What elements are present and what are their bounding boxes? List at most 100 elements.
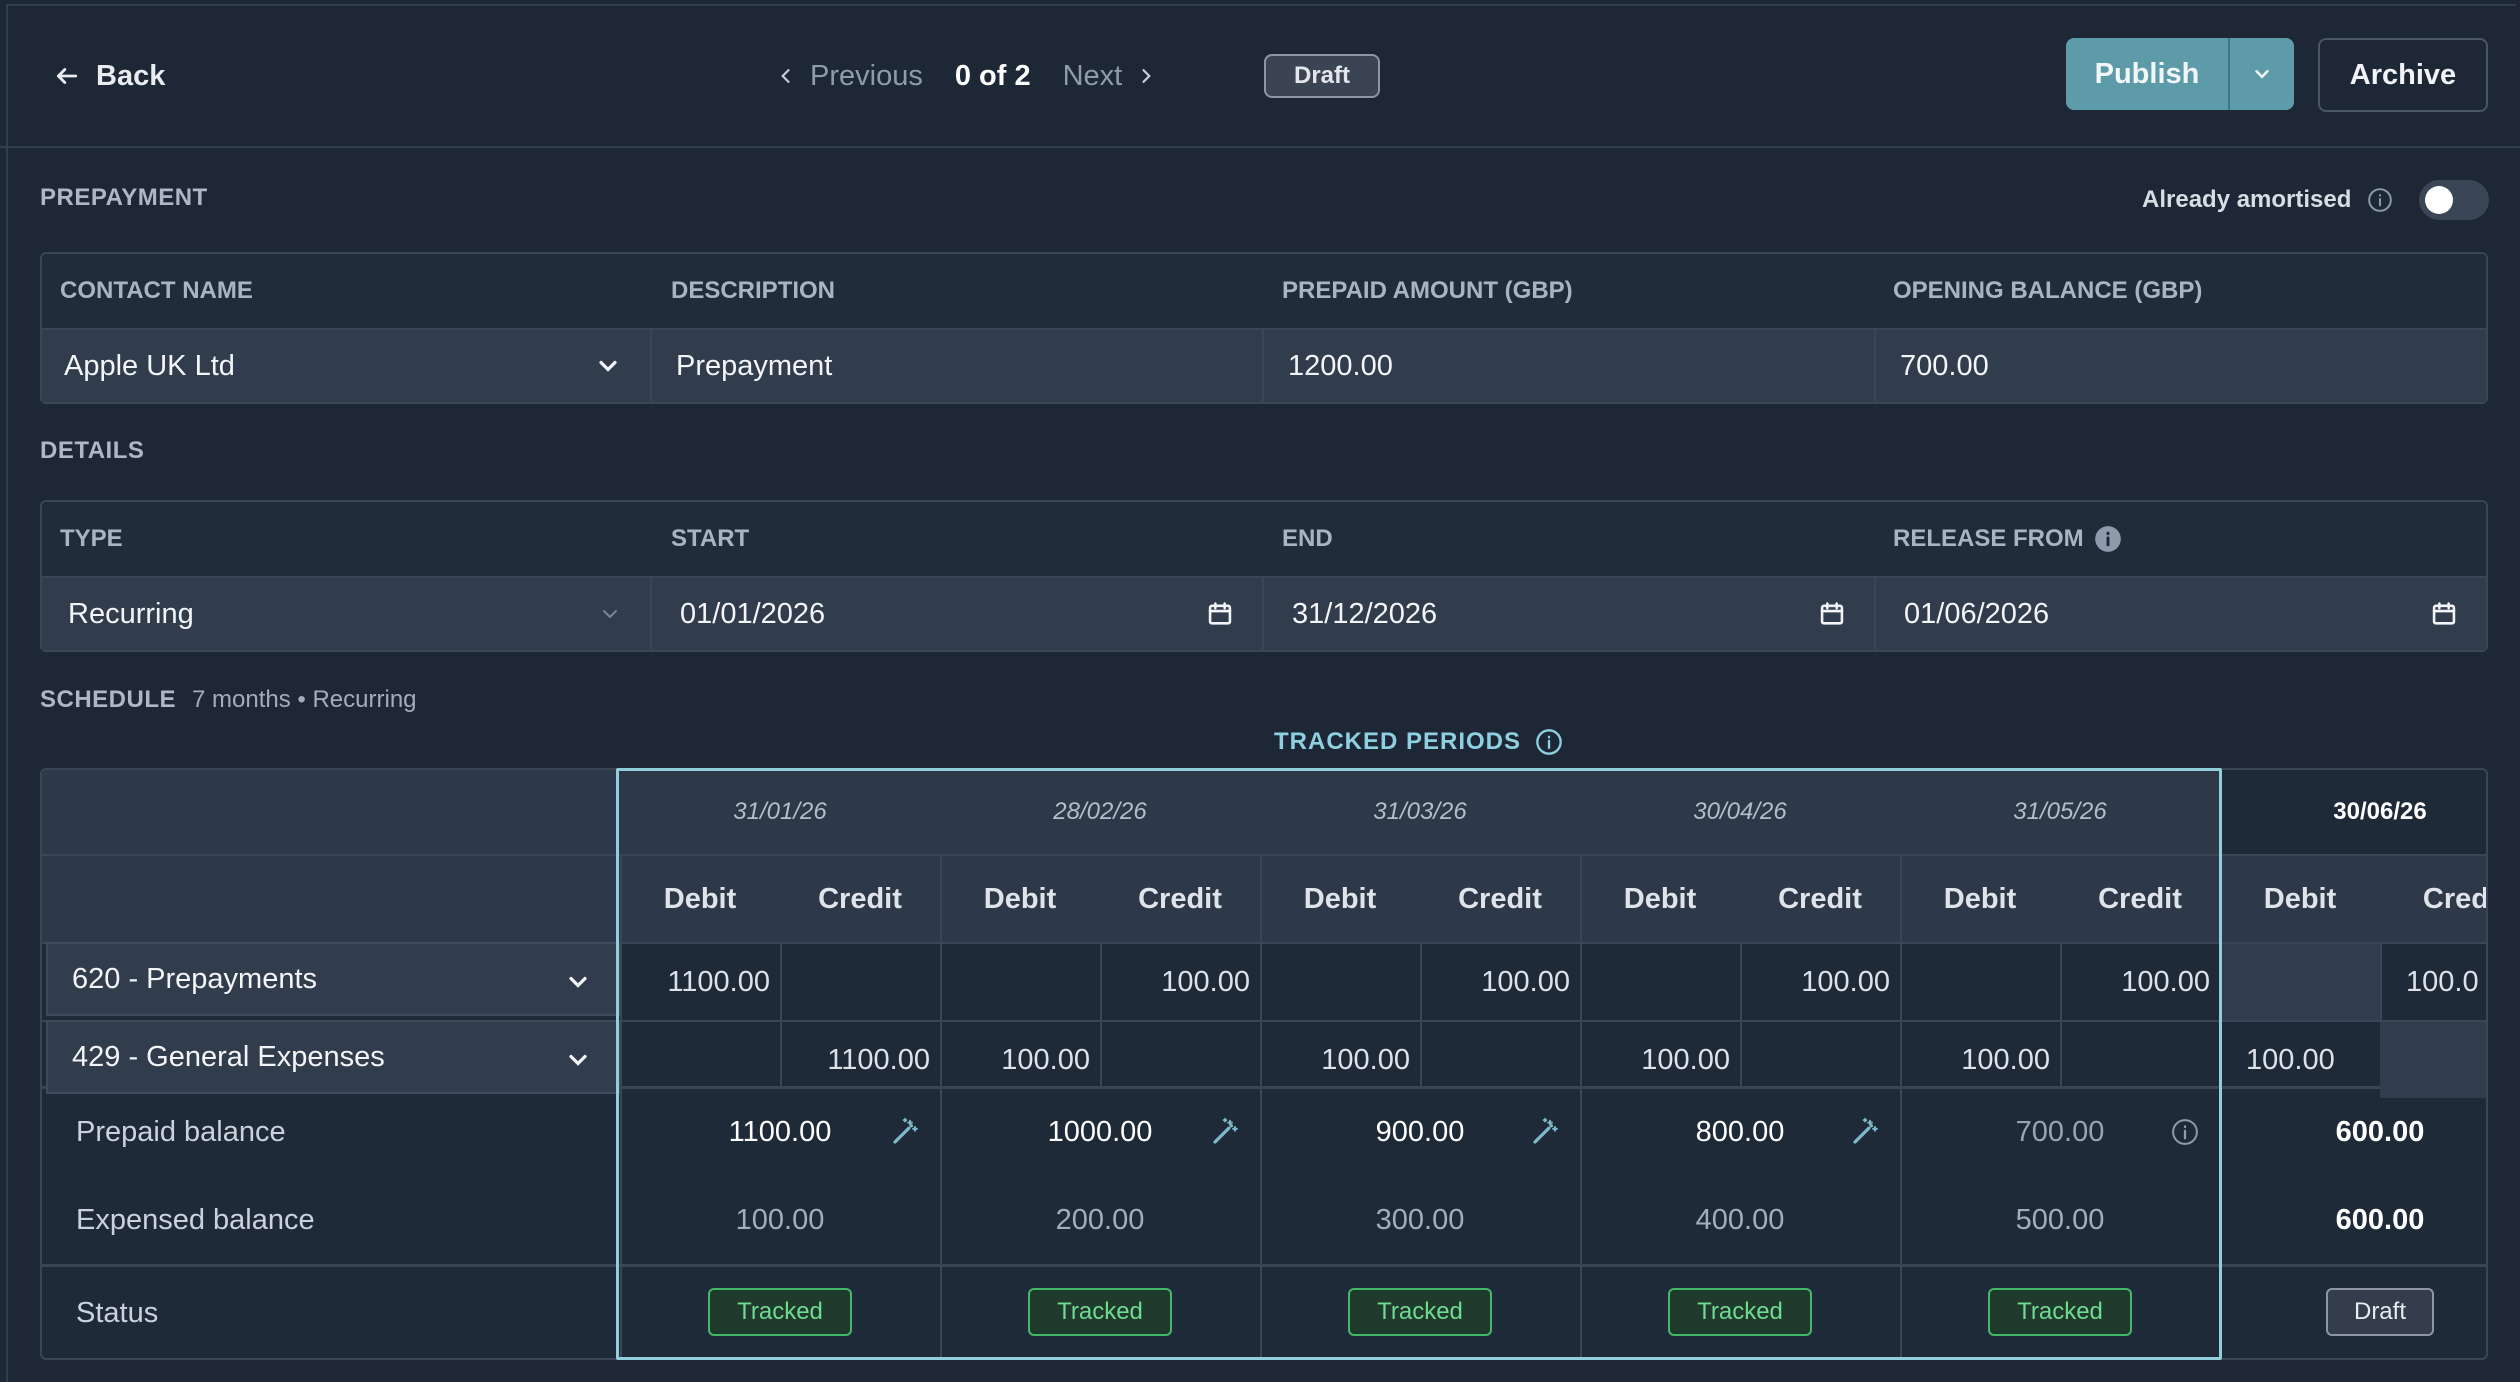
prepayment-section-label: PREPAYMENT <box>40 184 208 211</box>
debit-cell-429[interactable] <box>620 1022 780 1098</box>
prepaid-amount-header: PREPAID AMOUNT (GBP) <box>1282 277 1573 304</box>
period-status-badge: Tracked <box>1028 1288 1172 1336</box>
opening-balance-input[interactable]: 700.00 <box>1874 330 2486 402</box>
opening-balance-header: OPENING BALANCE (GBP) <box>1893 277 2203 304</box>
chevron-down-icon <box>599 360 617 372</box>
expensed-balance-value: 500.00 <box>2015 1203 2105 1236</box>
account-label: 429 - General Expenses <box>72 1040 385 1073</box>
credit-cell-620[interactable] <box>780 944 940 1020</box>
chevron-left-icon <box>781 69 790 83</box>
calendar-icon[interactable] <box>1818 600 1846 628</box>
credit-cell-620[interactable]: 100.00 <box>1100 944 1260 1020</box>
archive-button[interactable]: Archive <box>2318 38 2488 112</box>
credit-header: Credi <box>2422 882 2488 915</box>
credit-cell-620[interactable]: 100.00 <box>1420 944 1580 1020</box>
credit-cell-429[interactable]: 1100.00 <box>780 1022 940 1098</box>
debit-cell-620[interactable] <box>1580 944 1740 1020</box>
chevron-down-icon <box>603 610 617 619</box>
previous-button[interactable]: Previous <box>776 60 923 93</box>
next-label: Next <box>1062 59 1123 92</box>
debit-cell-620[interactable] <box>1900 944 2060 1020</box>
period-status-badge: Draft <box>2326 1288 2434 1336</box>
start-date-value: 01/01/2026 <box>680 597 826 630</box>
credit-cell-429[interactable] <box>1740 1022 1900 1098</box>
debit-cell-620[interactable] <box>2220 944 2380 1020</box>
description-header: DESCRIPTION <box>671 277 836 304</box>
back-button[interactable]: Back <box>54 56 165 96</box>
already-amortised-toggle[interactable] <box>2419 180 2490 220</box>
expensed-balance-label: Expensed balance <box>76 1203 315 1236</box>
status-badge: Draft <box>1264 54 1380 98</box>
prepaid-balance-label: Prepaid balance <box>76 1115 286 1148</box>
info-icon[interactable] <box>2094 525 2122 553</box>
contact-name-header: CONTACT NAME <box>60 277 253 304</box>
expensed-balance-value: 600.00 <box>2335 1203 2425 1236</box>
publish-split-button: Publish <box>2066 38 2294 110</box>
record-count: 0 of 2 <box>954 59 1031 92</box>
expensed-balance-value: 200.00 <box>1055 1203 1145 1236</box>
debit-header: Debit <box>1623 882 1697 915</box>
publish-options-button[interactable] <box>2228 38 2294 110</box>
info-icon[interactable] <box>2170 1117 2200 1147</box>
prepayment-panel: CONTACT NAME DESCRIPTION PREPAID AMOUNT … <box>40 252 2488 404</box>
magic-wand-icon[interactable] <box>1210 1117 1240 1147</box>
period-status-badge: Tracked <box>708 1288 852 1336</box>
debit-header: Debit <box>983 882 1057 915</box>
credit-cell-620[interactable]: 100.0 <box>2380 944 2486 1020</box>
release-from-date-input[interactable]: 01/06/2026 <box>1874 578 2486 650</box>
publish-button[interactable]: Publish <box>2066 38 2228 110</box>
debit-header: Debit <box>1303 882 1377 915</box>
start-date-input[interactable]: 01/01/2026 <box>650 578 1262 650</box>
next-button[interactable]: Next <box>1063 60 1157 93</box>
account-select-429[interactable]: 429 - General Expenses <box>46 1020 620 1094</box>
type-value: Recurring <box>68 597 194 630</box>
credit-cell-620[interactable]: 100.00 <box>2060 944 2220 1020</box>
calendar-icon[interactable] <box>1206 600 1234 628</box>
release-from-header-label: RELEASE FROM <box>1893 525 2084 552</box>
magic-wand-icon[interactable] <box>1850 1117 1880 1147</box>
chevron-down-icon <box>569 1054 587 1066</box>
credit-cell-620[interactable]: 100.00 <box>1740 944 1900 1020</box>
description-input[interactable]: Prepayment <box>650 330 1262 402</box>
account-select-620[interactable]: 620 - Prepayments <box>46 942 620 1016</box>
debit-cell-620[interactable] <box>940 944 1100 1020</box>
debit-cell-429[interactable]: 100.00 <box>1260 1022 1420 1098</box>
expensed-balance-value: 300.00 <box>1375 1203 1465 1236</box>
already-amortised-control: Already amortised <box>2142 180 2490 220</box>
end-header: END <box>1282 525 1333 552</box>
credit-cell-429[interactable] <box>1420 1022 1580 1098</box>
type-select[interactable]: Recurring <box>42 578 650 650</box>
period-date: 31/03/26 <box>1373 798 1467 825</box>
contact-name-select[interactable]: Apple UK Ltd <box>42 330 650 402</box>
expensed-balance-value: 100.00 <box>735 1203 825 1236</box>
debit-cell-429[interactable]: 100.00 <box>2220 1022 2380 1098</box>
info-icon[interactable] <box>1535 728 1563 756</box>
previous-label: Previous <box>810 59 923 92</box>
magic-wand-icon[interactable] <box>890 1117 920 1147</box>
debit-cell-429[interactable]: 100.00 <box>1580 1022 1740 1098</box>
prepaid-amount-input[interactable]: 1200.00 <box>1262 330 1874 402</box>
already-amortised-label: Already amortised <box>2142 186 2352 213</box>
credit-cell-429[interactable] <box>1100 1022 1260 1098</box>
end-date-input[interactable]: 31/12/2026 <box>1262 578 1874 650</box>
credit-cell-429[interactable] <box>2060 1022 2220 1098</box>
debit-cell-620[interactable] <box>1260 944 1420 1020</box>
tracked-periods-label: TRACKED PERIODS <box>1274 724 1563 760</box>
details-section-label: DETAILS <box>40 437 145 464</box>
period-date: 30/06/26 <box>2333 798 2427 825</box>
calendar-icon[interactable] <box>2430 600 2458 628</box>
debit-cell-429[interactable]: 100.00 <box>940 1022 1100 1098</box>
credit-header: Credit <box>818 882 902 915</box>
debit-header: Debit <box>2263 882 2337 915</box>
magic-wand-icon[interactable] <box>1530 1117 1560 1147</box>
debit-cell-429[interactable]: 100.00 <box>1900 1022 2060 1098</box>
period-date: 31/01/26 <box>733 798 827 825</box>
schedule-table: 620 - Prepayments 429 - General Expenses… <box>40 768 2488 1360</box>
debit-cell-620[interactable]: 1100.00 <box>620 944 780 1020</box>
info-icon[interactable] <box>2367 187 2393 213</box>
top-bar: Back Previous 0 of 2 Next Draft Publish … <box>0 0 2520 148</box>
period-date: 30/04/26 <box>1693 798 1787 825</box>
period-status-badge: Tracked <box>1668 1288 1812 1336</box>
status-label: Status <box>76 1297 159 1329</box>
credit-cell-429[interactable] <box>2380 1022 2486 1098</box>
